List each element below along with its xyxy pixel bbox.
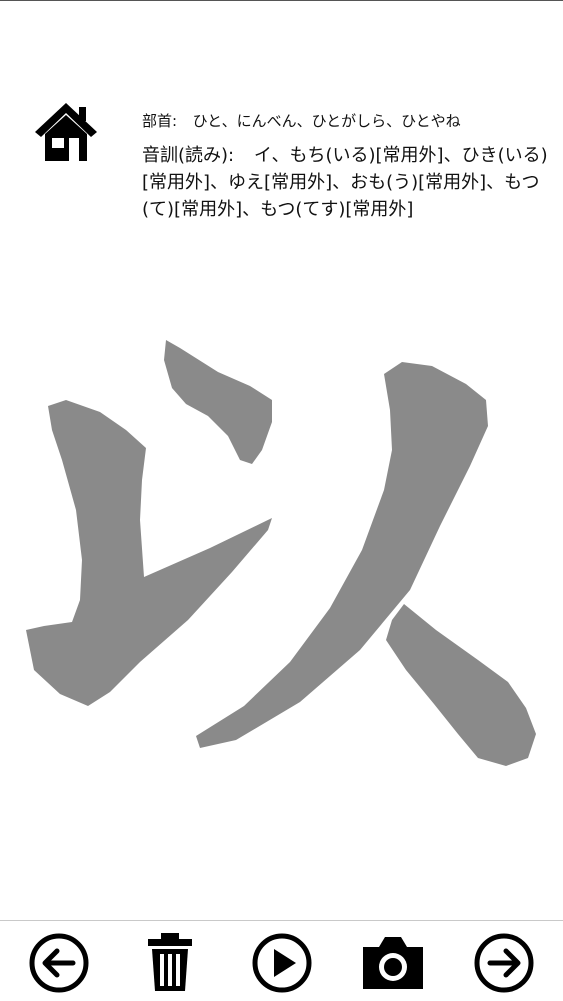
kanji-drawing-area[interactable]: 以 bbox=[0, 330, 563, 770]
top-border bbox=[0, 0, 563, 1]
delete-button[interactable] bbox=[138, 933, 202, 993]
play-circle-icon bbox=[252, 933, 312, 993]
home-button[interactable] bbox=[34, 100, 98, 164]
arrow-right-circle-icon bbox=[474, 933, 534, 993]
play-button[interactable] bbox=[250, 933, 314, 993]
kanji-stroke-dot bbox=[164, 340, 272, 464]
camera-icon bbox=[363, 937, 423, 989]
reading-info: 音訓(読み): イ、もち(いる)[常用外]、ひき(いる)[常用外]、ゆえ[常用外… bbox=[142, 142, 554, 223]
radical-value: ひと、にんべん、ひとがしら、ひとやね bbox=[192, 112, 461, 130]
trash-icon bbox=[148, 933, 192, 991]
kanji-stroke-kick bbox=[386, 604, 536, 766]
next-button[interactable] bbox=[472, 933, 536, 993]
kanji-glyph: 以 bbox=[26, 340, 536, 766]
back-button[interactable] bbox=[27, 933, 91, 993]
arrow-left-circle-icon bbox=[29, 933, 89, 993]
camera-button[interactable] bbox=[361, 933, 425, 993]
radical-info: 部首: ひと、にんべん、ひとがしら、ひとやね bbox=[142, 111, 557, 131]
home-icon bbox=[35, 103, 97, 161]
reading-label: 音訓(読み): bbox=[142, 145, 235, 166]
radical-label: 部首: bbox=[142, 112, 178, 130]
bottom-toolbar bbox=[0, 920, 563, 1001]
